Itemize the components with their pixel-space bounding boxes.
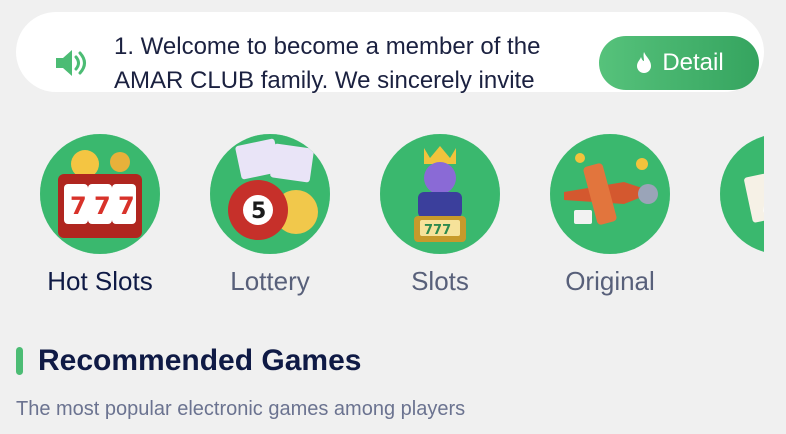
page: 1. Welcome to become a member of the AMA… [0, 0, 786, 434]
cards-icon: ♦ [720, 134, 764, 254]
category-original[interactable]: Original [535, 130, 685, 296]
speaker-icon [56, 50, 86, 76]
svg-text:5: 5 [251, 199, 266, 224]
category-casino-image: ♦ [720, 134, 764, 254]
category-hot-slots-image: 7 7 7 [40, 134, 160, 254]
section-subtitle: The most popular electronic games among … [16, 398, 466, 420]
category-label: Original [565, 266, 655, 296]
svg-text:7: 7 [70, 192, 87, 220]
king-slot-icon: 777 [380, 134, 500, 254]
category-slots[interactable]: 777 Slots [365, 130, 515, 296]
category-label: Hot Slots [47, 266, 153, 296]
category-list: 7 7 7 Hot Slots 5 Lottery 777 Slots Orig… [0, 130, 764, 300]
category-lottery-image: 5 [210, 134, 330, 254]
notice-line-1: 1. Welcome to become a member of the [114, 33, 541, 60]
category-label: Slots [411, 266, 469, 296]
detail-button[interactable]: Detail [599, 36, 759, 90]
svg-text:777: 777 [424, 223, 451, 238]
notice-text: 1. Welcome to become a member of the AMA… [114, 30, 594, 98]
category-label: Lottery [230, 266, 310, 296]
section-title: Recommended Games [38, 344, 362, 377]
category-hot-slots[interactable]: 7 7 7 Hot Slots [25, 130, 175, 296]
category-label: Ca [705, 266, 764, 296]
airplane-icon [550, 134, 670, 254]
slot-machine-777-icon: 7 7 7 [40, 134, 160, 254]
lottery-ball-icon: 5 [210, 134, 330, 254]
category-original-image [550, 134, 670, 254]
notice-line-2: AMAR CLUB family. We sincerely invite [114, 67, 535, 94]
detail-button-label: Detail [662, 49, 724, 76]
svg-text:7: 7 [118, 192, 135, 220]
category-slots-image: 777 [380, 134, 500, 254]
category-casino[interactable]: ♦ Ca [705, 130, 764, 296]
section-accent-bar [16, 347, 23, 375]
category-lottery[interactable]: 5 Lottery [195, 130, 345, 296]
notice-bar: 1. Welcome to become a member of the AMA… [16, 12, 764, 94]
svg-text:7: 7 [94, 192, 111, 220]
flame-icon [637, 52, 652, 73]
